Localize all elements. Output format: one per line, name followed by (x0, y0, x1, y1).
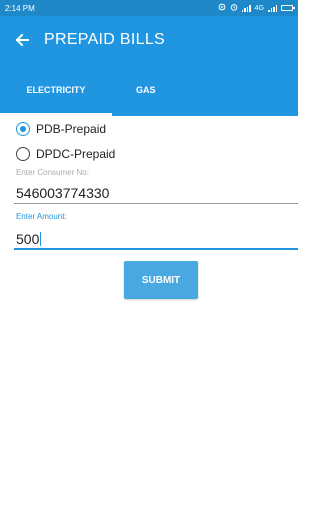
status-bar: 2:14 PM 4G (0, 0, 298, 16)
network-type: 4G (254, 4, 264, 12)
signal-icon (241, 4, 251, 12)
tab-bar: ELECTRICITY GAS (0, 64, 298, 116)
amount-value: 500 (16, 231, 40, 247)
tab-gas[interactable]: GAS (112, 64, 176, 116)
page-title: PREPAID BILLS (44, 31, 165, 48)
status-icons: 4G (218, 3, 295, 13)
consumer-number-label: Enter Consumer No: (16, 168, 89, 177)
text-cursor (40, 232, 42, 246)
alarm-icon (230, 3, 238, 13)
battery-icon (281, 5, 295, 11)
radio-dpdc-prepaid[interactable]: DPDC-Prepaid (16, 147, 115, 161)
app-bar: PREPAID BILLS (0, 16, 298, 64)
data-saver-icon (218, 3, 226, 13)
status-time: 2:14 PM (5, 3, 35, 13)
signal-icon-2 (268, 4, 277, 12)
consumer-number-underline (14, 203, 298, 204)
amount-label: Enter Amount: (16, 212, 67, 221)
amount-underline (14, 248, 298, 250)
radio-button[interactable] (16, 147, 30, 161)
radio-label: PDB-Prepaid (36, 122, 107, 136)
consumer-number-field[interactable]: 546003774330 (16, 185, 109, 201)
radio-label: DPDC-Prepaid (36, 147, 116, 161)
tab-electricity[interactable]: ELECTRICITY (0, 64, 112, 116)
submit-button[interactable]: SUBMIT (124, 261, 198, 299)
arrow-left-icon (15, 33, 29, 47)
radio-pdb-prepaid[interactable]: PDB-Prepaid (16, 122, 106, 136)
radio-button-checked[interactable] (16, 122, 30, 136)
back-button[interactable] (0, 16, 44, 64)
amount-field[interactable]: 500 (16, 231, 42, 247)
